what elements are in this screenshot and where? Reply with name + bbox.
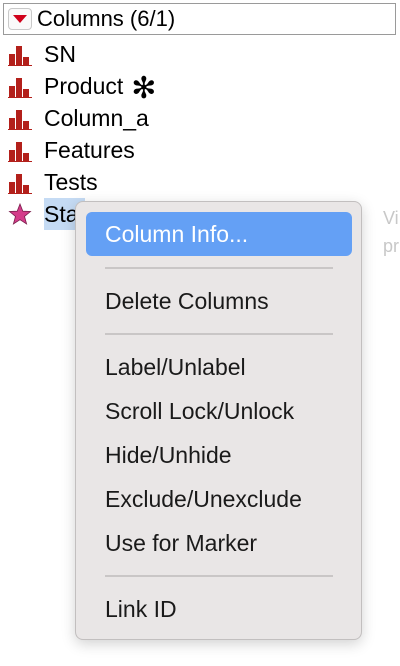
continuous-bar-chart-icon: [8, 110, 32, 130]
menu-item-column-info[interactable]: Column Info...: [86, 212, 352, 256]
column-label: Column_a: [44, 105, 149, 131]
menu-item-label-unlabel[interactable]: Label/Unlabel: [86, 345, 352, 389]
context-menu: Column Info... Delete Columns Label/Unla…: [75, 201, 362, 640]
menu-item-delete-columns[interactable]: Delete Columns: [86, 279, 352, 323]
column-item-tests[interactable]: Tests: [0, 166, 400, 198]
background-hint-line: pr: [383, 236, 400, 256]
column-label: Tests: [44, 169, 98, 195]
menu-item-exclude-unexclude[interactable]: Exclude/Unexclude: [86, 477, 352, 521]
continuous-bar-chart-icon: [8, 46, 32, 66]
column-item-column-a[interactable]: Column_a: [0, 102, 400, 134]
background-hint-line: Vi: [383, 208, 399, 228]
column-label-text: Product: [44, 73, 124, 99]
star-icon: [8, 203, 32, 225]
continuous-bar-chart-icon: [8, 142, 32, 162]
column-label: Features: [44, 137, 135, 163]
continuous-bar-chart-icon: [8, 78, 32, 98]
menu-item-link-id[interactable]: Link ID: [86, 587, 352, 631]
column-item-sn[interactable]: SN: [0, 38, 400, 70]
menu-item-use-for-marker[interactable]: Use for Marker: [86, 521, 352, 565]
menu-item-scroll-lock-unlock[interactable]: Scroll Lock/Unlock: [86, 389, 352, 433]
column-item-features[interactable]: Features: [0, 134, 400, 166]
background-hint-text: Vi pr: [383, 204, 400, 260]
column-item-product[interactable]: Product ✻: [0, 70, 400, 105]
continuous-bar-chart-icon: [8, 174, 32, 194]
columns-panel: Columns (6/1) SN Product ✻ Column_a Feat…: [0, 0, 400, 666]
menu-item-hide-unhide[interactable]: Hide/Unhide: [86, 433, 352, 477]
columns-header-title: Columns (6/1): [37, 6, 176, 31]
menu-separator: [105, 333, 333, 335]
triangle-down-icon[interactable]: [8, 8, 32, 30]
menu-separator: [105, 575, 333, 577]
menu-separator: [105, 267, 333, 269]
asterisk-icon: ✻: [131, 72, 157, 105]
columns-header[interactable]: Columns (6/1): [3, 3, 396, 35]
column-label: SN: [44, 41, 76, 67]
column-label: Product ✻: [44, 70, 156, 105]
